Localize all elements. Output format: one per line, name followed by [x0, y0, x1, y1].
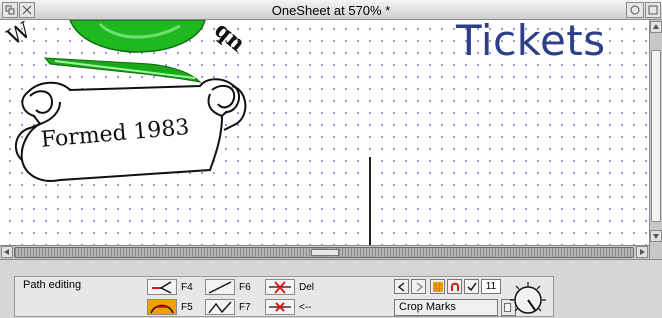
iconise-icon[interactable] [626, 2, 644, 18]
horizontal-scroll-thumb[interactable] [14, 247, 634, 258]
scroll-right-icon[interactable] [636, 246, 648, 258]
path-line[interactable] [369, 157, 371, 245]
tool-key-label: F4 [181, 281, 193, 293]
document-canvas[interactable]: W qn Formed 1983 Tickets [0, 20, 649, 245]
dial-icon[interactable] [508, 280, 548, 318]
tool-options-panel: Path editing F4 F6 Del F5 F7 <-- 11 Crop… [14, 276, 554, 317]
step-value-field[interactable]: 11 [481, 279, 501, 294]
crop-marks-field[interactable]: Crop Marks [394, 299, 498, 316]
horizontal-scrollbar[interactable] [0, 245, 649, 259]
tool-curve[interactable]: F5 [147, 298, 193, 316]
scroll-down-icon[interactable] [650, 230, 662, 242]
scroll-grip[interactable] [311, 249, 339, 256]
split-node-icon[interactable] [265, 299, 295, 315]
vertical-scrollbar[interactable] [649, 20, 662, 260]
tool-key-label: F5 [181, 301, 193, 313]
zigzag-icon[interactable] [205, 299, 235, 315]
title-bar[interactable]: OneSheet at 570% * [0, 0, 662, 20]
tool-pane: Path editing F4 F6 Del F5 F7 <-- 11 Crop… [0, 259, 662, 318]
tool-straight-line[interactable]: F6 [205, 278, 251, 296]
scroll-left-icon[interactable] [1, 246, 13, 258]
window-title: OneSheet at 570% * [271, 3, 391, 18]
tool-key-label: <-- [299, 301, 312, 313]
previous-button[interactable] [394, 279, 409, 294]
next-button[interactable] [411, 279, 426, 294]
grid-icon[interactable] [430, 279, 445, 294]
curve-icon[interactable] [147, 299, 177, 315]
tool-zigzag[interactable]: F7 [205, 298, 251, 316]
vertical-scroll-thumb[interactable] [651, 50, 661, 222]
magnet-icon[interactable] [447, 279, 462, 294]
toggle-size-icon[interactable] [645, 2, 661, 18]
scroll-up-icon[interactable] [650, 21, 662, 33]
line-join-icon[interactable] [147, 279, 177, 295]
tool-delete-node[interactable]: Del [265, 278, 314, 296]
tool-key-label: Del [299, 281, 315, 293]
delete-node-icon[interactable] [265, 279, 295, 295]
tool-key-label: F6 [239, 281, 251, 293]
mode-label: Path editing [23, 279, 82, 291]
tool-split-node[interactable]: <-- [265, 298, 312, 316]
tool-line-join[interactable]: F4 [147, 278, 193, 296]
tool-key-label: F7 [239, 301, 251, 313]
straight-line-icon[interactable] [205, 279, 235, 295]
checkmark-icon[interactable] [464, 279, 479, 294]
document-heading: Tickets [456, 20, 606, 65]
